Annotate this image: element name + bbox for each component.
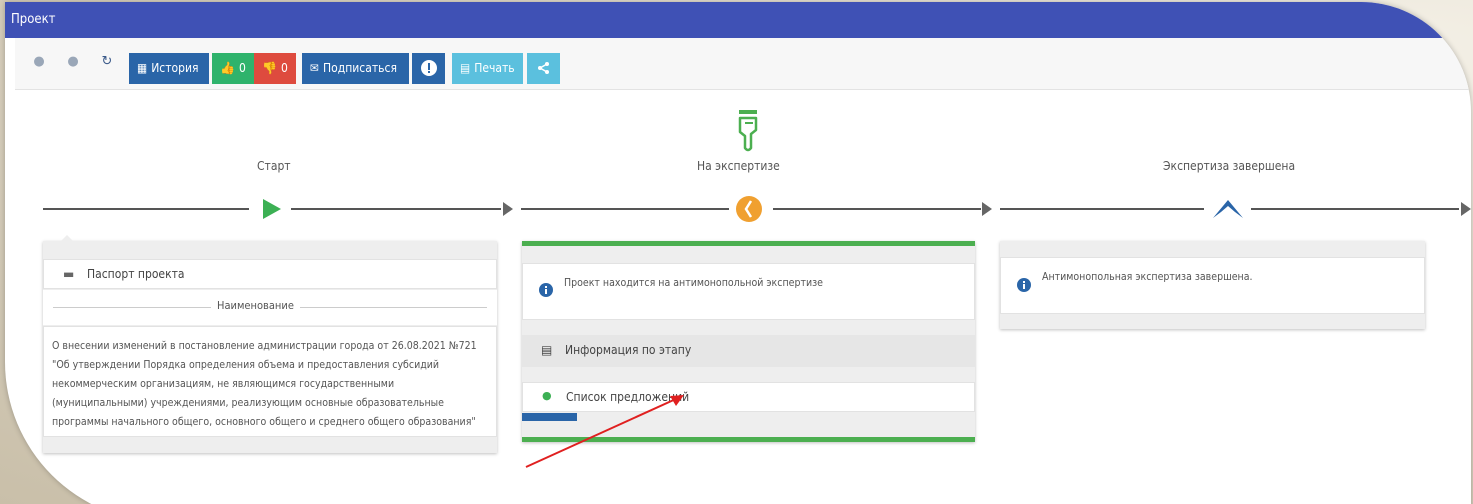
passport-section-divider: Наименование bbox=[43, 290, 497, 325]
timeline-segment bbox=[291, 208, 501, 210]
window-title: Проект bbox=[5, 2, 1471, 38]
expertise-info-panel: Проект находится на антимонопольной эксп… bbox=[522, 263, 975, 320]
timeline-arrow-icon bbox=[503, 202, 513, 216]
play-icon[interactable] bbox=[261, 198, 283, 220]
project-name-text: О внесении изменений в постановление адм… bbox=[52, 340, 477, 428]
project-window: Проект ● ● ↻ ▦ История 👍 0 👎 0 ✉ Подписаться… bbox=[5, 2, 1471, 504]
stage-label-finished: Экспертиза завершена bbox=[1163, 159, 1296, 173]
timeline-segment bbox=[773, 208, 981, 210]
timeline-arrow-icon bbox=[982, 202, 992, 216]
timeline-segment bbox=[1000, 208, 1204, 210]
exclamation-icon bbox=[420, 60, 437, 76]
timeline-segment bbox=[43, 208, 249, 210]
info-icon bbox=[539, 283, 553, 297]
card-pointer bbox=[61, 235, 73, 241]
info-icon bbox=[1017, 278, 1031, 292]
subscribe-button[interactable]: ✉ Подписаться bbox=[302, 53, 409, 84]
annotation-arrow bbox=[525, 395, 684, 468]
timeline-segment bbox=[521, 208, 729, 210]
briefcase-icon: ▬ bbox=[63, 267, 75, 281]
forward-icon[interactable]: ● bbox=[63, 52, 83, 72]
toolbar: ● ● ↻ ▦ История 👍 0 👎 0 ✉ Подписаться ▤ Печат… bbox=[15, 38, 1471, 90]
history-button[interactable]: ▦ История bbox=[129, 53, 209, 84]
print-button[interactable]: ▤ Печать bbox=[452, 53, 523, 84]
stage-label-expertise: На экспертизе bbox=[697, 159, 780, 173]
thumbs-up-icon: 👍 bbox=[220, 61, 235, 75]
pointing-hand-icon bbox=[738, 110, 758, 152]
passport-card: ▬ Паспорт проекта Наименование О внесени… bbox=[43, 235, 497, 453]
timeline-segment bbox=[1251, 208, 1459, 210]
progress-bar-top bbox=[522, 241, 975, 246]
passport-header[interactable]: ▬ Паспорт проекта bbox=[43, 259, 497, 289]
share-icon bbox=[537, 62, 549, 74]
like-button[interactable]: 👍 0 bbox=[212, 53, 254, 84]
finished-card: Антимонопольная экспертиза завершена. bbox=[1000, 241, 1425, 329]
alert-button[interactable] bbox=[412, 53, 445, 84]
finished-info-panel: Антимонопольная экспертиза завершена. bbox=[1000, 257, 1425, 314]
calendar-icon: ▦ bbox=[137, 61, 148, 75]
stage-info-header[interactable]: ▤ Информация по этапу bbox=[522, 335, 975, 367]
section-title: Наименование bbox=[211, 299, 300, 312]
chevron-up-icon[interactable] bbox=[1211, 196, 1245, 220]
passport-body: О внесении изменений в постановление адм… bbox=[43, 326, 497, 437]
thumbs-down-icon: 👎 bbox=[262, 61, 277, 75]
clock-icon[interactable] bbox=[735, 195, 763, 223]
back-icon[interactable]: ● bbox=[29, 52, 49, 72]
envelope-icon: ✉ bbox=[310, 61, 320, 75]
printer-icon: ▤ bbox=[460, 61, 471, 75]
share-button[interactable] bbox=[527, 53, 560, 84]
refresh-icon[interactable]: ↻ bbox=[97, 52, 117, 72]
dislike-button[interactable]: 👎 0 bbox=[254, 53, 296, 84]
stage-label-start: Старт bbox=[257, 159, 291, 173]
document-icon: ▤ bbox=[541, 343, 553, 357]
timeline-arrow-icon bbox=[1461, 202, 1471, 216]
